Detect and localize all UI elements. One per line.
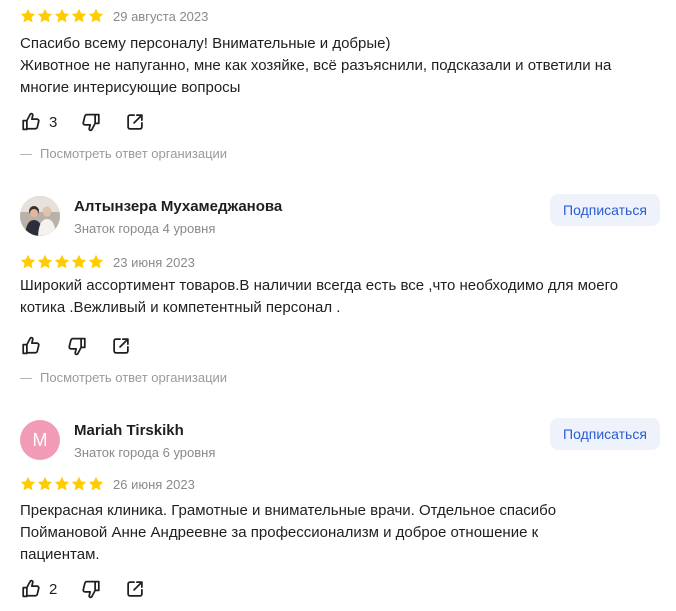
org-reply-link[interactable]: Посмотреть ответ организации (20, 370, 420, 388)
rating-stars (20, 476, 104, 492)
review-date: 23 июня 2023 (113, 255, 195, 270)
star-icon (20, 254, 36, 270)
review-text: Спасибо всему персоналу! Внимательные и … (20, 33, 660, 99)
star-icon (54, 254, 70, 270)
avatar[interactable]: M (20, 420, 60, 460)
like-count: 3 (49, 113, 58, 131)
thumbs-down-icon (80, 578, 102, 600)
review-meta: 23 июня 2023 (20, 254, 620, 272)
review-actions (20, 334, 320, 358)
dislike-button[interactable] (66, 334, 88, 358)
org-reply-label: Посмотреть ответ организации (40, 370, 228, 385)
review-date: 26 июня 2023 (113, 477, 195, 492)
review-date: 29 августа 2023 (113, 9, 209, 24)
star-icon (71, 254, 87, 270)
share-icon (124, 111, 146, 133)
star-icon (20, 8, 36, 24)
thumbs-down-icon (66, 335, 88, 357)
star-icon (54, 476, 70, 492)
share-button[interactable] (110, 334, 132, 358)
star-icon (37, 254, 53, 270)
review-text-line: Широкий ассортимент товаров.В наличии вс… (20, 277, 619, 316)
review-author: Алтынзера Мухамеджанова Знаток города 4 … (20, 194, 660, 238)
star-icon (88, 8, 104, 24)
author-level: Знаток города 4 уровня (74, 221, 216, 236)
review-text-line: Спасибо всему персоналу! Внимательные и … (20, 35, 391, 52)
star-icon (88, 476, 104, 492)
review-text-line: Животное не напуганно, мне как хозяйке, … (20, 57, 612, 96)
review-text-line: Прекрасная клиника. Грамотные и внимател… (20, 502, 557, 563)
like-count: 2 (49, 580, 58, 598)
star-icon (71, 8, 87, 24)
review-meta: 26 июня 2023 (20, 476, 620, 494)
review-actions: 2 (20, 577, 320, 601)
org-reply-label: Посмотреть ответ организации (40, 146, 228, 161)
thumbs-up-icon (20, 335, 42, 357)
star-icon (54, 8, 70, 24)
review-text: Прекрасная клиника. Грамотные и внимател… (20, 500, 620, 566)
star-icon (20, 476, 36, 492)
review-text: Широкий ассортимент товаров.В наличии вс… (20, 275, 640, 319)
author-level: Знаток города 6 уровня (74, 445, 216, 460)
review-meta: 29 августа 2023 (20, 8, 620, 26)
share-icon (110, 335, 132, 357)
like-button[interactable] (20, 334, 49, 358)
review-actions: 3 (20, 110, 320, 134)
dash-divider (20, 154, 32, 156)
rating-stars (20, 254, 104, 270)
like-button[interactable]: 2 (20, 577, 57, 601)
review-author: M Mariah Tirskikh Знаток города 6 уровня… (20, 418, 660, 462)
subscribe-button[interactable]: Подписаться (550, 418, 660, 450)
author-name[interactable]: Mariah Tirskikh (74, 422, 184, 439)
avatar[interactable] (20, 196, 60, 236)
dislike-button[interactable] (80, 110, 102, 134)
star-icon (88, 254, 104, 270)
rating-stars (20, 8, 104, 24)
star-icon (37, 8, 53, 24)
avatar-photo-icon (20, 196, 60, 236)
author-name[interactable]: Алтынзера Мухамеджанова (74, 198, 282, 215)
org-reply-link[interactable]: Посмотреть ответ организации (20, 146, 420, 164)
like-button[interactable]: 3 (20, 110, 57, 134)
share-button[interactable] (124, 577, 146, 601)
dislike-button[interactable] (80, 577, 102, 601)
star-icon (37, 476, 53, 492)
thumbs-up-icon (20, 111, 42, 133)
star-icon (71, 476, 87, 492)
share-icon (124, 578, 146, 600)
thumbs-down-icon (80, 111, 102, 133)
share-button[interactable] (124, 110, 146, 134)
subscribe-button[interactable]: Подписаться (550, 194, 660, 226)
dash-divider (20, 378, 32, 380)
thumbs-up-icon (20, 578, 42, 600)
